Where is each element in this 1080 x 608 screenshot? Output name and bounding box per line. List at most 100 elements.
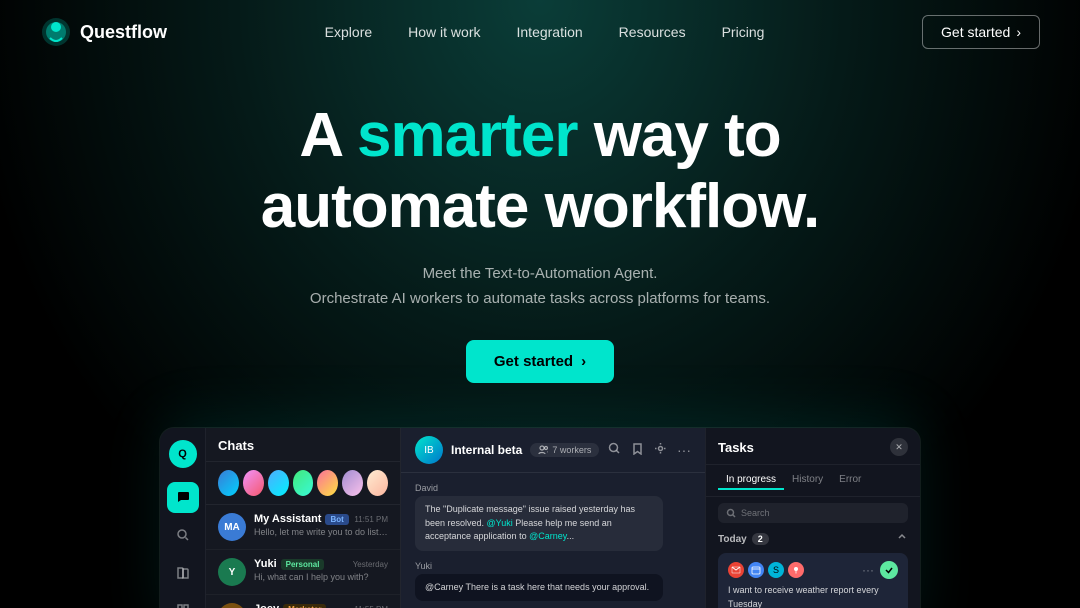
close-tasks-button[interactable]: ✕ xyxy=(890,438,908,456)
message-bubble-david: The "Duplicate message" issue raised yes… xyxy=(415,496,663,551)
task-service-icons: S xyxy=(728,562,804,578)
chat-avatar-assistant: MA xyxy=(218,513,246,541)
group-chat-avatar: IB xyxy=(415,436,443,464)
search-icon[interactable] xyxy=(608,442,621,458)
logo[interactable]: Questflow xyxy=(40,16,167,48)
task-more-icon[interactable]: ··· xyxy=(862,563,874,577)
sidebar-search-icon[interactable] xyxy=(167,519,199,551)
sidebar: Q xyxy=(160,428,206,608)
main-chat: IB Internal beta 7 workers xyxy=(401,428,705,608)
gmail-icon xyxy=(728,562,744,578)
message-yuki: Yuki @Carney There is a task here that n… xyxy=(415,561,691,602)
chat-preview-yuki: Hi, what can I help you with? xyxy=(254,572,388,582)
nav-cta-button[interactable]: Get started › xyxy=(922,15,1040,49)
chat-avatar-joey: J xyxy=(218,603,246,608)
sidebar-chat-icon[interactable] xyxy=(167,482,199,514)
group-avatar-3 xyxy=(268,470,289,496)
settings-icon[interactable] xyxy=(654,442,667,458)
more-icon[interactable]: ··· xyxy=(677,442,691,458)
tasks-panel: Tasks ✕ In progress History Error Search… xyxy=(705,428,920,608)
calendar-icon xyxy=(748,562,764,578)
task-card-header: S ··· xyxy=(728,561,898,579)
nav-links: Explore How it work Integration Resource… xyxy=(325,24,765,40)
tab-in-progress[interactable]: In progress xyxy=(718,471,784,490)
group-chat-name: Internal beta xyxy=(451,443,522,457)
chats-title: Chats xyxy=(206,428,400,462)
nav-cta-label: Get started xyxy=(941,24,1010,40)
bookmark-icon[interactable] xyxy=(631,442,644,458)
chat-topbar-icons: ··· xyxy=(608,442,691,458)
task-card-actions: ··· xyxy=(862,561,898,579)
nav-integration[interactable]: Integration xyxy=(517,24,583,40)
nav-pricing[interactable]: Pricing xyxy=(722,24,765,40)
chat-time-yuki: Yesterday xyxy=(353,560,388,569)
workers-badge: 7 workers xyxy=(530,443,599,457)
logo-icon xyxy=(40,16,72,48)
hero-cta-label: Get started xyxy=(494,353,573,370)
chat-topbar: IB Internal beta 7 workers xyxy=(401,428,705,473)
chat-time-joey: 11:55 PM xyxy=(354,605,388,608)
navbar: Questflow Explore How it work Integratio… xyxy=(0,0,1080,64)
hero-section: Questflow Explore How it work Integratio… xyxy=(0,0,1080,608)
group-avatar-6 xyxy=(342,470,363,496)
tasks-header: Tasks ✕ xyxy=(706,428,920,465)
group-avatar-2 xyxy=(243,470,264,496)
chat-name-joey: Joey xyxy=(254,603,279,608)
hero-cta-arrow-icon: › xyxy=(581,353,586,370)
chat-tag-yuki: Personal xyxy=(281,559,325,570)
hero-subtitle: Meet the Text-to-Automation Agent. Orche… xyxy=(0,261,1080,312)
message-bubble-yuki: @Carney There is a task here that needs … xyxy=(415,574,663,602)
today-header: Today 2 xyxy=(706,529,920,549)
group-avatar-5 xyxy=(317,470,338,496)
task-card-weather: S ··· I want to receive weather report e… xyxy=(718,553,908,608)
avatar: Q xyxy=(169,440,197,468)
brand-name: Questflow xyxy=(80,22,167,43)
today-count: 2 xyxy=(752,533,769,545)
tasks-tabs: In progress History Error xyxy=(706,465,920,497)
dashboard-preview: Q Chats xyxy=(160,428,920,608)
chat-item-yuki[interactable]: Y Yuki Personal Yesterday Hi, what can I… xyxy=(206,550,400,595)
chat-preview-assistant: Hello, let me write you to do list I sen… xyxy=(254,527,388,537)
chat-tag-assistant: Bot xyxy=(325,514,348,525)
hero-title: A smarter way to automate workflow. xyxy=(0,100,1080,243)
tab-history[interactable]: History xyxy=(784,471,831,490)
message-sender-yuki: Yuki xyxy=(415,561,691,571)
maps-icon: S xyxy=(768,562,784,578)
chat-item-assistant[interactable]: MA My Assistant Bot 11:51 PM Hello, let … xyxy=(206,505,400,550)
tasks-search[interactable]: Search xyxy=(718,503,908,523)
group-avatar-1 xyxy=(218,470,239,496)
today-label: Today xyxy=(718,534,747,545)
hero-content: A smarter way to automate workflow. Meet… xyxy=(0,64,1080,383)
message-sender-david: David xyxy=(415,483,691,493)
tab-error[interactable]: Error xyxy=(831,471,869,490)
tasks-title: Tasks xyxy=(718,440,754,455)
pin-icon xyxy=(788,562,804,578)
chat-time-assistant: 11:51 PM xyxy=(354,515,388,524)
chat-info-yuki: Yuki Personal Yesterday Hi, what can I h… xyxy=(254,558,388,582)
chat-messages: David The "Duplicate message" issue rais… xyxy=(401,473,705,608)
nav-how-it-work[interactable]: How it work xyxy=(408,24,480,40)
task-check-icon xyxy=(880,561,898,579)
chat-name-yuki: Yuki xyxy=(254,558,277,570)
chat-name-assistant: My Assistant xyxy=(254,513,321,525)
nav-resources[interactable]: Resources xyxy=(619,24,686,40)
hero-cta-button[interactable]: Get started › xyxy=(466,340,614,383)
group-avatar-7 xyxy=(367,470,388,496)
chat-avatar-yuki: Y xyxy=(218,558,246,586)
avatars-row xyxy=(206,462,400,505)
chat-tag-joey: Marketer xyxy=(283,604,326,608)
hero-accent: smarter xyxy=(357,101,577,170)
chat-info-joey: Joey Marketer 11:55 PM Hello, I'm writin… xyxy=(254,603,388,608)
chats-panel: Chats MA My Assistant Bot xyxy=(206,428,401,608)
sidebar-grid-icon[interactable] xyxy=(167,594,199,608)
nav-cta-arrow: › xyxy=(1016,24,1021,40)
tasks-search-placeholder: Search xyxy=(741,508,770,518)
nav-explore[interactable]: Explore xyxy=(325,24,372,40)
group-avatar-4 xyxy=(293,470,314,496)
sidebar-book-icon[interactable] xyxy=(167,557,199,589)
message-david: David The "Duplicate message" issue rais… xyxy=(415,483,691,551)
chat-item-joey[interactable]: J Joey Marketer 11:55 PM Hello, I'm writ… xyxy=(206,595,400,608)
task-card-text: I want to receive weather report every T… xyxy=(728,584,898,608)
chat-topbar-left: IB Internal beta 7 workers xyxy=(415,436,599,464)
chat-info-assistant: My Assistant Bot 11:51 PM Hello, let me … xyxy=(254,513,388,537)
